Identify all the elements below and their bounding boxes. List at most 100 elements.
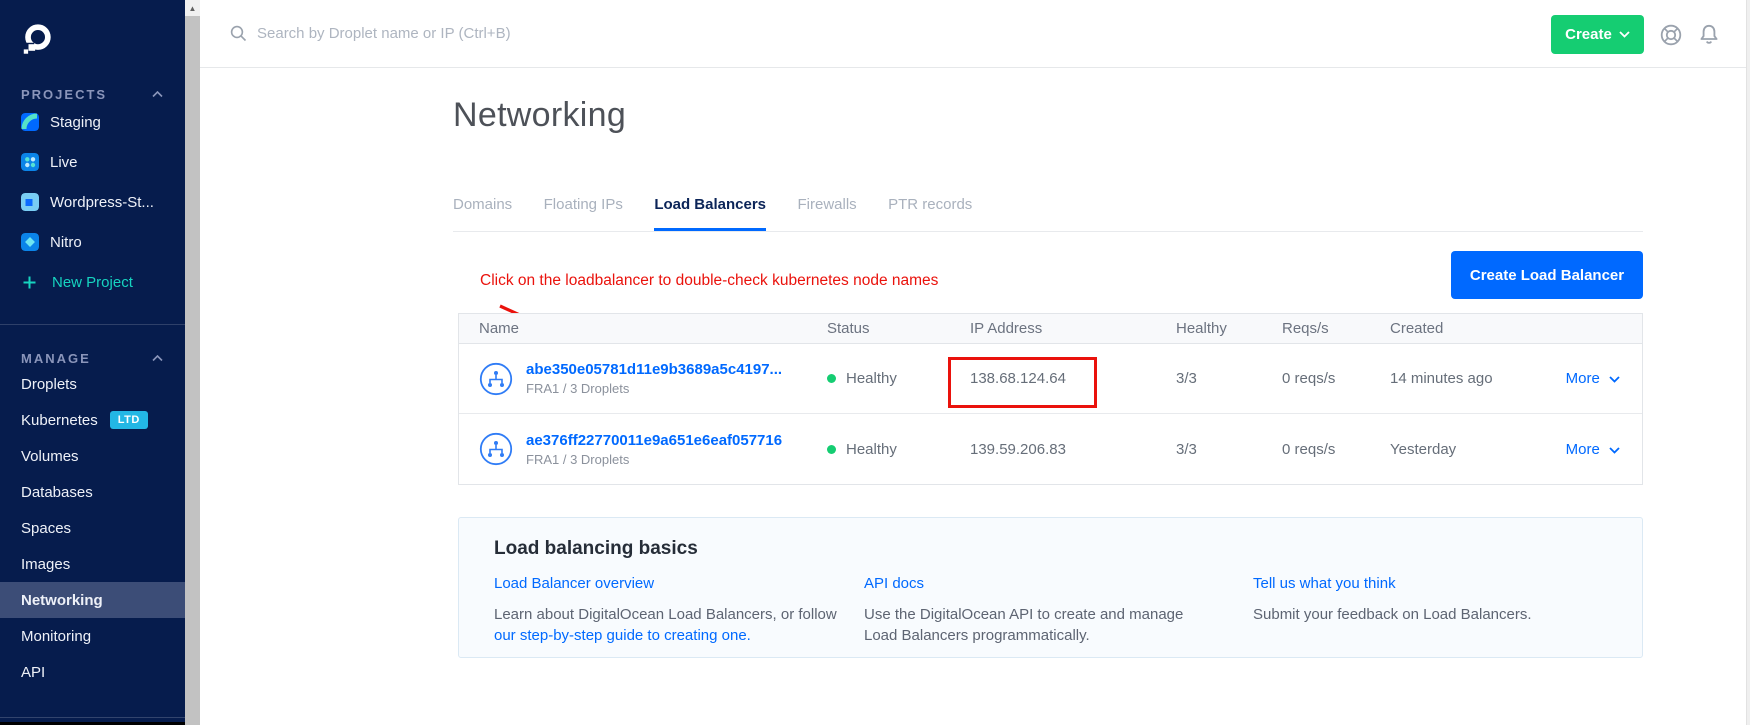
sidebar-item-droplets[interactable]: Droplets — [0, 366, 185, 402]
more-label: More — [1566, 441, 1600, 458]
status-text: Healthy — [846, 441, 897, 458]
manage-section-header[interactable]: MANAGE — [0, 351, 185, 366]
plus-icon — [23, 276, 36, 289]
notifications-bell-icon[interactable] — [1696, 22, 1722, 48]
healthy-count: 3/3 — [1176, 370, 1282, 387]
search-input[interactable] — [257, 25, 857, 42]
tab-ptr-records[interactable]: PTR records — [888, 196, 972, 228]
topbar: Create — [200, 0, 1746, 68]
scrollbar-thumb[interactable] — [185, 16, 200, 725]
basics-column-feedback: Tell us what you think Submit your feedb… — [1253, 575, 1603, 646]
sidebar-item-label: Spaces — [21, 520, 71, 537]
table-row[interactable]: ae376ff22770011e9a651e6eaf057716 FRA1 / … — [459, 414, 1642, 484]
ip-address: 139.59.206.83 — [970, 441, 1176, 458]
healthy-status-dot — [827, 374, 836, 383]
collapse-chevron-up-icon[interactable] — [152, 91, 163, 98]
sidebar-item-label: Images — [21, 556, 70, 573]
ip-address: 138.68.124.64 — [970, 370, 1176, 387]
column-header-reqs: Reqs/s — [1282, 320, 1390, 337]
more-dropdown[interactable]: More — [1550, 370, 1642, 387]
step-by-step-guide-link[interactable]: our step-by-step guide to creating one. — [494, 627, 751, 644]
healthy-status-dot — [827, 445, 836, 454]
column-header-ip: IP Address — [970, 320, 1176, 337]
vertical-scrollbar[interactable]: ▲ — [185, 0, 200, 725]
sidebar-item-api[interactable]: API — [0, 654, 185, 690]
project-icon-live — [21, 153, 39, 171]
tab-firewalls[interactable]: Firewalls — [797, 196, 856, 228]
more-dropdown[interactable]: More — [1550, 441, 1642, 458]
created-time: 14 minutes ago — [1390, 370, 1550, 387]
project-icon-wordpress — [21, 193, 39, 211]
sidebar-item-label: Volumes — [21, 448, 79, 465]
load-balancer-overview-link[interactable]: Load Balancer overview — [494, 575, 654, 592]
tab-bar: Domains Floating IPs Load Balancers Fire… — [453, 196, 1643, 232]
collapse-chevron-up-icon[interactable] — [152, 355, 163, 362]
load-balancer-name-link[interactable]: abe350e05781d11e9b3689a5c4197... — [526, 361, 782, 378]
load-balancer-meta: FRA1 / 3 Droplets — [526, 381, 782, 396]
sidebar-project-label: Nitro — [50, 234, 82, 251]
basics-text: Use the DigitalOcean API to create and m… — [864, 604, 1184, 646]
sidebar-project-label: Wordpress-St... — [50, 194, 154, 211]
new-project-label: New Project — [52, 274, 133, 291]
sidebar-item-networking[interactable]: Networking — [0, 582, 185, 618]
tab-domains[interactable]: Domains — [453, 196, 512, 228]
chevron-down-icon — [1609, 376, 1620, 383]
search-icon — [230, 25, 247, 42]
tab-floating-ips[interactable]: Floating IPs — [544, 196, 623, 228]
api-docs-link[interactable]: API docs — [864, 575, 924, 592]
sidebar-item-label: Databases — [21, 484, 93, 501]
help-lifebuoy-icon[interactable] — [1658, 22, 1684, 48]
basics-column-api: API docs Use the DigitalOcean API to cre… — [864, 575, 1253, 646]
tab-load-balancers[interactable]: Load Balancers — [654, 196, 766, 231]
created-time: Yesterday — [1390, 441, 1550, 458]
manage-section-label: MANAGE — [21, 351, 91, 366]
more-label: More — [1566, 370, 1600, 387]
digitalocean-logo[interactable] — [20, 22, 54, 56]
table-row[interactable]: abe350e05781d11e9b3689a5c4197... FRA1 / … — [459, 344, 1642, 414]
load-balancer-icon — [479, 432, 513, 466]
load-balancer-name-link[interactable]: ae376ff22770011e9a651e6eaf057716 — [526, 432, 782, 449]
column-header-name: Name — [479, 320, 827, 337]
create-button-label: Create — [1565, 26, 1612, 43]
sidebar-item-kubernetes[interactable]: Kubernetes LTD — [0, 402, 185, 438]
sidebar-project-staging[interactable]: Staging — [0, 102, 185, 142]
sidebar-item-label: Kubernetes — [21, 412, 98, 429]
sidebar-item-images[interactable]: Images — [0, 546, 185, 582]
annotation-text: Click on the loadbalancer to double-chec… — [480, 272, 938, 290]
status-text: Healthy — [846, 370, 897, 387]
create-button[interactable]: Create — [1551, 15, 1644, 54]
basics-text: Learn about DigitalOcean Load Balancers,… — [494, 606, 837, 623]
load-balancer-meta: FRA1 / 3 Droplets — [526, 452, 782, 467]
create-load-balancer-button[interactable]: Create Load Balancer — [1451, 251, 1643, 299]
requests-per-second: 0 reqs/s — [1282, 441, 1390, 458]
load-balancing-basics-panel: Load balancing basics Load Balancer over… — [458, 517, 1643, 658]
basics-title: Load balancing basics — [494, 538, 1642, 560]
sidebar-project-live[interactable]: Live — [0, 142, 185, 182]
column-header-created: Created — [1390, 320, 1550, 337]
sidebar-project-nitro[interactable]: Nitro — [0, 222, 185, 262]
scrollbar-up-arrow[interactable]: ▲ — [185, 0, 200, 16]
sidebar-project-label: Live — [50, 154, 78, 171]
new-project-button[interactable]: New Project — [0, 262, 185, 302]
sidebar-item-label: Monitoring — [21, 628, 91, 645]
sidebar-item-volumes[interactable]: Volumes — [0, 438, 185, 474]
sidebar-project-wordpress[interactable]: Wordpress-St... — [0, 182, 185, 222]
ltd-badge: LTD — [110, 411, 148, 429]
chevron-down-icon — [1609, 447, 1620, 454]
column-header-status: Status — [827, 320, 970, 337]
feedback-link[interactable]: Tell us what you think — [1253, 575, 1396, 592]
healthy-count: 3/3 — [1176, 441, 1282, 458]
sidebar: PROJECTS Staging Live Wordpress-St... — [0, 0, 185, 725]
chevron-down-icon — [1619, 31, 1630, 38]
project-icon-nitro — [21, 233, 39, 251]
window-scrollbar-edge — [1746, 0, 1750, 725]
load-balancer-table: Name Status IP Address Healthy Reqs/s Cr… — [458, 313, 1643, 485]
column-header-healthy: Healthy — [1176, 320, 1282, 337]
page-title: Networking — [453, 96, 626, 135]
projects-section-header[interactable]: PROJECTS — [0, 87, 185, 102]
requests-per-second: 0 reqs/s — [1282, 370, 1390, 387]
table-header-row: Name Status IP Address Healthy Reqs/s Cr… — [459, 314, 1642, 344]
sidebar-item-monitoring[interactable]: Monitoring — [0, 618, 185, 654]
sidebar-item-databases[interactable]: Databases — [0, 474, 185, 510]
sidebar-item-spaces[interactable]: Spaces — [0, 510, 185, 546]
